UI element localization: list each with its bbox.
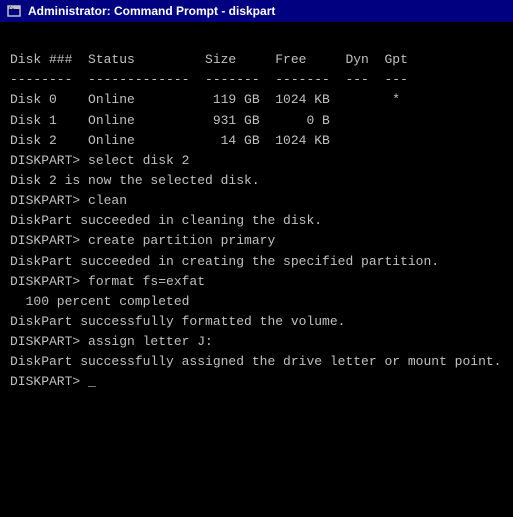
terminal-body[interactable]: Disk ### Status Size Free Dyn Gpt-------…	[0, 22, 513, 517]
terminal-line: -------- ------------- ------- ------- -…	[10, 70, 503, 90]
terminal-line: Disk 2 is now the selected disk.	[10, 171, 503, 191]
terminal-line: DiskPart successfully formatted the volu…	[10, 312, 503, 332]
terminal-line: DISKPART> format fs=exfat	[10, 272, 503, 292]
terminal-line: DiskPart successfully assigned the drive…	[10, 352, 503, 372]
terminal-line: DISKPART> assign letter J:	[10, 332, 503, 352]
terminal-line: Disk ### Status Size Free Dyn Gpt	[10, 50, 503, 70]
title-bar: C> Administrator: Command Prompt - diskp…	[0, 0, 513, 22]
terminal-line: Disk 2 Online 14 GB 1024 KB	[10, 131, 503, 151]
terminal-line: DISKPART> create partition primary	[10, 231, 503, 251]
terminal-line: Disk 1 Online 931 GB 0 B	[10, 111, 503, 131]
window-icon: C>	[6, 3, 22, 19]
terminal-line: DiskPart succeeded in creating the speci…	[10, 252, 503, 272]
terminal-line: 100 percent completed	[10, 292, 503, 312]
window-title: Administrator: Command Prompt - diskpart	[28, 4, 275, 18]
svg-text:C>: C>	[9, 6, 14, 11]
terminal-line: DiskPart succeeded in cleaning the disk.	[10, 211, 503, 231]
terminal-line: DISKPART> _	[10, 372, 503, 392]
terminal-line: Disk 0 Online 119 GB 1024 KB *	[10, 90, 503, 110]
terminal-line: DISKPART> clean	[10, 191, 503, 211]
terminal-line: DISKPART> select disk 2	[10, 151, 503, 171]
